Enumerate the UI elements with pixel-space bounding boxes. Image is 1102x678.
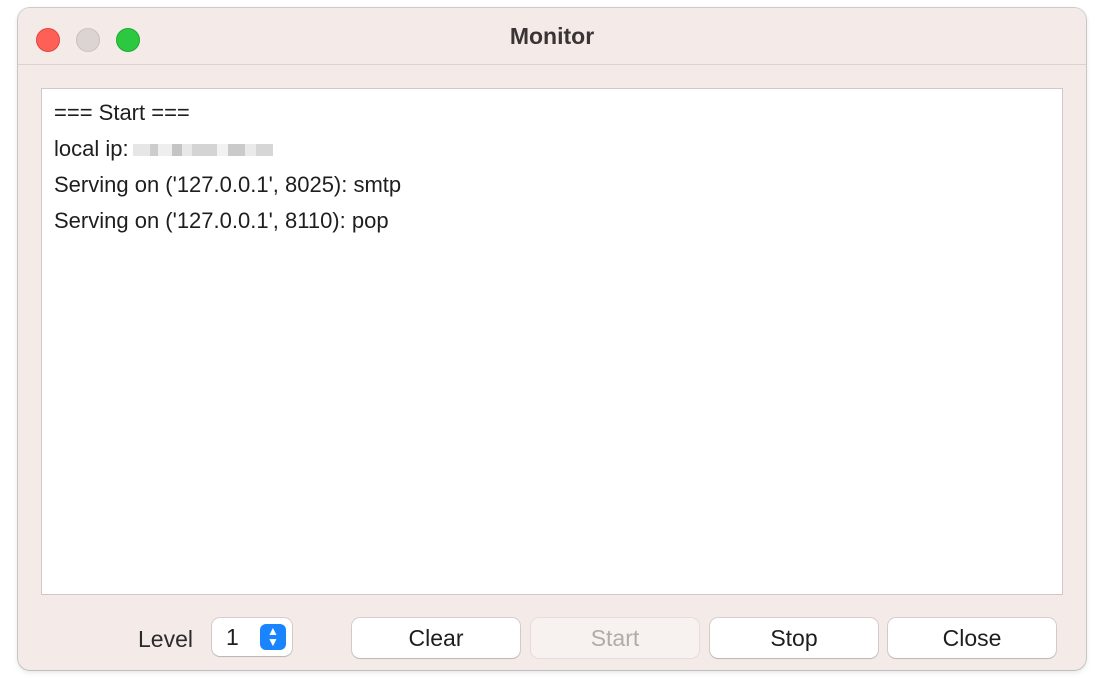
log-line: Serving on ('127.0.0.1', 8110): pop	[54, 208, 389, 233]
log-line-local-ip: local ip:	[54, 131, 1050, 167]
clear-button[interactable]: Clear	[352, 618, 520, 658]
close-button[interactable]: Close	[888, 618, 1056, 658]
log-line: === Start ===	[54, 100, 190, 125]
level-value: 1	[226, 624, 239, 650]
title-bar[interactable]: Monitor	[18, 8, 1086, 65]
chevron-up-down-icon[interactable]: ▲ ▼	[260, 624, 286, 650]
log-output[interactable]: === Start === local ip: Serving on ('127…	[41, 88, 1063, 595]
window-title: Monitor	[509, 23, 595, 49]
local-ip-label: local ip:	[54, 136, 129, 161]
control-bar: Level 1 ▲ ▼ Clear Start Stop Close	[18, 608, 1086, 668]
log-line: Serving on ('127.0.0.1', 8025): smtp	[54, 172, 402, 197]
start-button[interactable]: Start	[531, 618, 699, 658]
redacted-ip-address	[132, 144, 273, 157]
level-select[interactable]: 1 ▲ ▼	[212, 618, 292, 656]
level-label: Level	[138, 626, 193, 652]
stop-button[interactable]: Stop	[710, 618, 878, 658]
monitor-window: Monitor === Start === local ip: Serving …	[18, 8, 1086, 670]
